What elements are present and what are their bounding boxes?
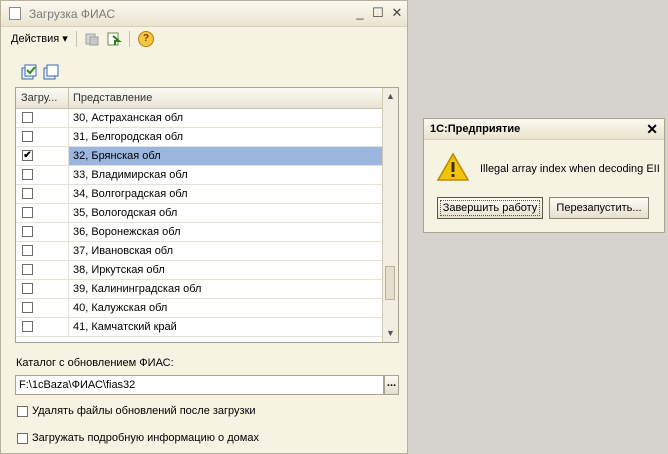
warning-icon xyxy=(436,152,470,181)
window-title: Загрузка ФИАС xyxy=(29,7,116,21)
row-checkbox[interactable] xyxy=(22,112,33,123)
minimize-button[interactable]: _ xyxy=(353,6,367,20)
copy-disabled-icon[interactable] xyxy=(84,31,100,47)
row-checkbox[interactable] xyxy=(22,188,33,199)
row-checkbox[interactable] xyxy=(22,264,33,275)
table-row[interactable]: 40, Калужская обл xyxy=(16,299,384,318)
scroll-thumb[interactable] xyxy=(385,266,395,300)
window-titlebar[interactable]: Загрузка ФИАС _ ☐ ✕ xyxy=(1,1,407,27)
delete-files-checkbox[interactable] xyxy=(17,406,28,417)
actions-menu[interactable]: Действия ▾ xyxy=(11,32,68,45)
exit-button[interactable]: Завершить работу xyxy=(437,197,543,219)
scroll-down-icon[interactable]: ▼ xyxy=(386,328,395,338)
load-houses-label: Загружать подробную информацию о домах xyxy=(32,432,259,444)
region-label: 39, Калининградская обл xyxy=(73,283,202,295)
help-icon[interactable]: ? xyxy=(138,31,154,47)
row-checkbox[interactable] xyxy=(22,131,33,142)
load-cell xyxy=(16,204,69,222)
table-row[interactable]: 30, Астраханская обл xyxy=(16,109,384,128)
catalog-label: Каталог с обновлением ФИАС: xyxy=(16,357,174,369)
grid-toolbar xyxy=(21,64,71,82)
row-checkbox[interactable] xyxy=(22,283,33,294)
table-row[interactable]: 31, Белгородская обл xyxy=(16,128,384,147)
uncheck-all-icon[interactable] xyxy=(43,64,59,80)
column-header-load[interactable]: Загру... xyxy=(21,92,57,104)
region-label: 41, Камчатский край xyxy=(73,321,177,333)
close-button[interactable]: ✕ xyxy=(390,6,404,20)
row-checkbox[interactable] xyxy=(22,302,33,313)
restart-button[interactable]: Перезапустить... xyxy=(549,197,649,219)
region-label: 34, Волгоградская обл xyxy=(73,188,188,200)
region-label: 33, Владимирская обл xyxy=(73,169,188,181)
table-row[interactable]: ✔ 32, Брянская обл xyxy=(16,147,384,166)
load-cell xyxy=(16,223,69,241)
table-scrollbar[interactable]: ▲ ▼ xyxy=(382,88,398,342)
actions-label: Действия xyxy=(11,33,60,45)
table-row[interactable]: 34, Волгоградская обл xyxy=(16,185,384,204)
dialog-close-button[interactable]: ✕ xyxy=(646,121,658,138)
table-row[interactable]: 41, Камчатский край xyxy=(16,318,384,337)
load-cell xyxy=(16,280,69,298)
catalog-path-input[interactable]: F:\1cBaza\ФИАС\fias32 xyxy=(15,375,384,395)
region-label: 32, Брянская обл xyxy=(73,150,161,162)
table-row[interactable]: 36, Воронежская обл xyxy=(16,223,384,242)
table-row[interactable]: 39, Калининградская обл xyxy=(16,280,384,299)
region-label: 35, Вологодская обл xyxy=(73,207,178,219)
load-cell xyxy=(16,299,69,317)
row-checkbox[interactable] xyxy=(22,226,33,237)
column-divider[interactable] xyxy=(68,88,69,108)
regions-table: Загру... Представление 30, Астраханская … xyxy=(15,87,399,343)
fias-load-window: Загрузка ФИАС _ ☐ ✕ Действия ▾ ? Загру..… xyxy=(0,0,408,454)
row-checkbox[interactable] xyxy=(22,321,33,332)
column-header-name[interactable]: Представление xyxy=(73,92,152,104)
load-houses-checkbox[interactable] xyxy=(17,433,28,444)
load-cell xyxy=(16,185,69,203)
toolbar: Действия ▾ ? xyxy=(5,28,403,50)
table-row[interactable]: 38, Иркутская обл xyxy=(16,261,384,280)
load-cell xyxy=(16,242,69,260)
table-header: Загру... Представление xyxy=(16,88,384,109)
scroll-up-icon[interactable]: ▲ xyxy=(386,91,395,101)
table-body: 30, Астраханская обл 31, Белгородская обл… xyxy=(16,109,384,337)
document-icon xyxy=(9,7,21,20)
row-checkbox[interactable] xyxy=(22,245,33,256)
dialog-message: Illegal array index when decoding EII xyxy=(480,163,660,175)
row-checkbox[interactable] xyxy=(22,207,33,218)
toolbar-divider xyxy=(76,31,77,47)
dialog-title: 1С:Предприятие xyxy=(430,123,521,135)
toolbar-divider xyxy=(129,31,130,47)
delete-files-label: Удалять файлы обновлений после загрузки xyxy=(32,405,256,417)
load-cell xyxy=(16,166,69,184)
region-label: 38, Иркутская обл xyxy=(73,264,165,276)
table-row[interactable]: 37, Ивановская обл xyxy=(16,242,384,261)
dialog-titlebar[interactable]: 1С:Предприятие ✕ xyxy=(424,119,664,140)
check-all-icon[interactable] xyxy=(21,64,37,80)
chevron-down-icon: ▾ xyxy=(62,33,68,45)
row-checkbox[interactable] xyxy=(22,169,33,180)
region-label: 40, Калужская обл xyxy=(73,302,168,314)
table-row[interactable]: 33, Владимирская обл xyxy=(16,166,384,185)
error-dialog: 1С:Предприятие ✕ Illegal array index whe… xyxy=(423,118,665,233)
maximize-button[interactable]: ☐ xyxy=(371,6,385,20)
table-row[interactable]: 35, Вологодская обл xyxy=(16,204,384,223)
region-label: 30, Астраханская обл xyxy=(73,112,184,124)
load-cell xyxy=(16,109,69,127)
load-cell: ✔ xyxy=(16,147,69,165)
region-label: 37, Ивановская обл xyxy=(73,245,174,257)
region-label: 31, Белгородская обл xyxy=(73,131,184,143)
browse-button[interactable]: ... xyxy=(384,375,399,395)
load-cell xyxy=(16,128,69,146)
load-cell xyxy=(16,318,69,336)
row-checkbox[interactable]: ✔ xyxy=(22,150,33,161)
load-cell xyxy=(16,261,69,279)
region-label: 36, Воронежская обл xyxy=(73,226,181,238)
load-icon[interactable] xyxy=(106,31,122,47)
